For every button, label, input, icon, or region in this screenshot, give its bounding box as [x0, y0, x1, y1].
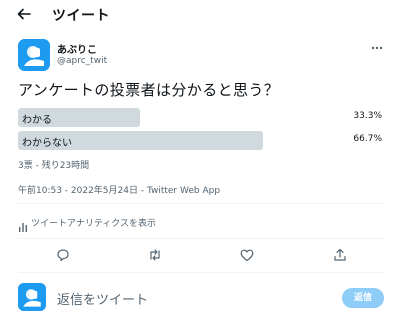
- user-handle[interactable]: @aprc_twit: [57, 56, 107, 66]
- divider: [18, 272, 384, 273]
- poll-meta: 3票 - 残り23時間: [18, 161, 90, 171]
- reply-avatar: [18, 283, 46, 311]
- tweet-text: アンケートの投票者は分かると思う？: [18, 81, 280, 99]
- more-options-icon[interactable]: [370, 40, 384, 54]
- reply-input[interactable]: 返信をツイート: [57, 289, 327, 308]
- avatar[interactable]: [18, 39, 50, 71]
- poll-option-2[interactable]: わからない 66.7%: [18, 131, 382, 150]
- share-icon[interactable]: [332, 247, 348, 263]
- reply-icon[interactable]: [55, 247, 71, 263]
- poll-option-label: わかる: [22, 115, 52, 126]
- poll-option-label: わからない: [22, 138, 72, 149]
- retweet-icon[interactable]: [147, 247, 163, 263]
- tweet-timestamp[interactable]: 午前10:53 - 2022年5月24日 - Twitter Web App: [18, 183, 220, 196]
- divider: [18, 203, 384, 204]
- like-icon[interactable]: [239, 247, 255, 263]
- divider: [18, 238, 384, 239]
- reply-button[interactable]: 返信: [342, 288, 384, 308]
- poll-option-percent: 66.7%: [353, 134, 382, 144]
- poll-option-1[interactable]: わかる 33.3%: [18, 108, 382, 127]
- analytics-icon: [18, 217, 28, 232]
- analytics-label: ツイートアナリティクスを表示: [31, 219, 157, 229]
- page-title: ツイート: [52, 8, 110, 24]
- top-bar: ツイート: [0, 0, 400, 30]
- display-name[interactable]: あぶりこ: [57, 41, 97, 56]
- poll-option-percent: 33.3%: [353, 111, 382, 121]
- back-arrow-icon[interactable]: [16, 6, 32, 22]
